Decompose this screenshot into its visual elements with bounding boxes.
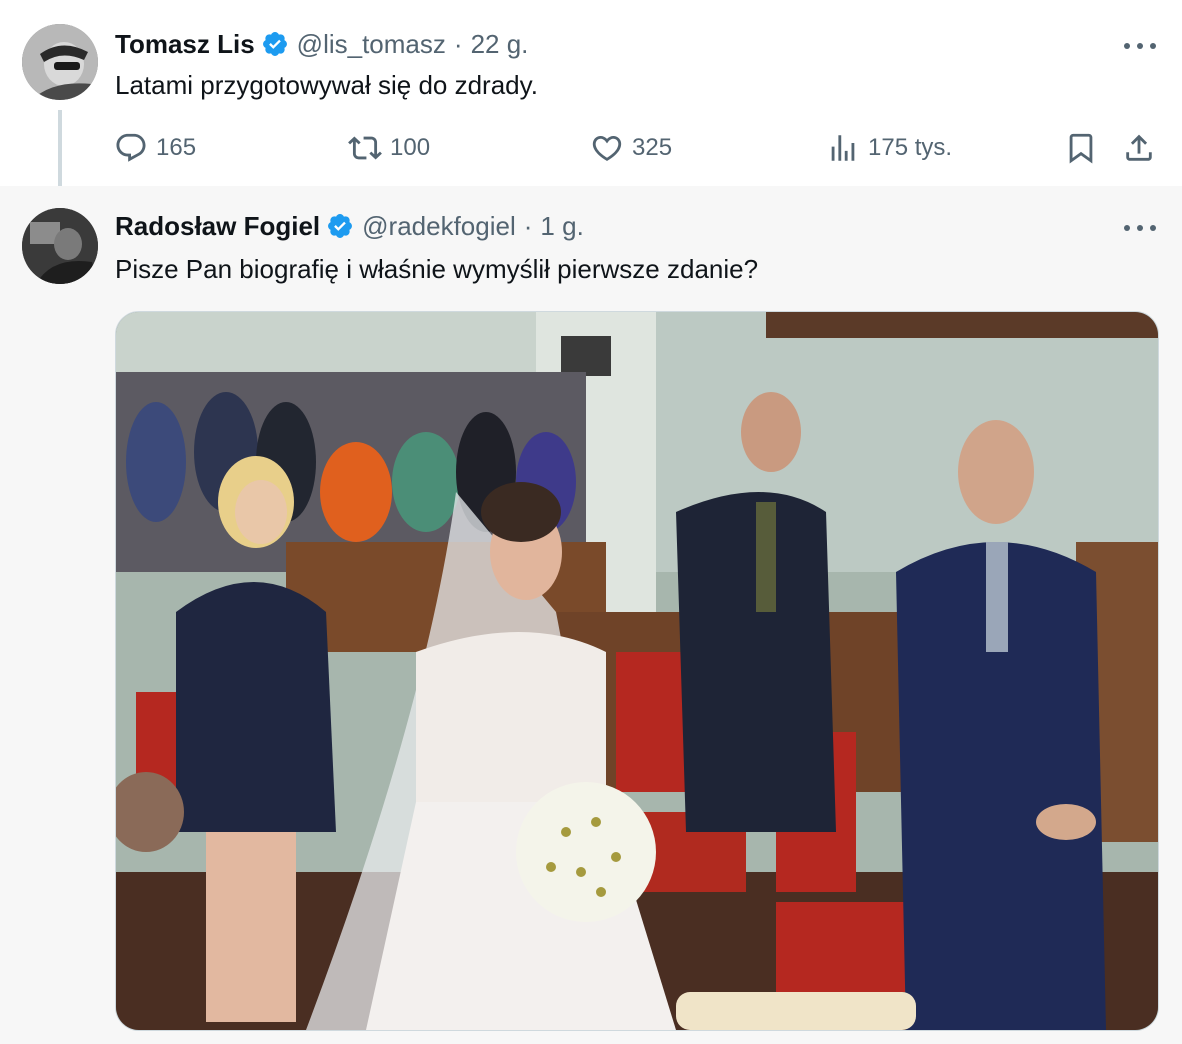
- tweet-photo[interactable]: [115, 311, 1159, 1031]
- more-horizontal-icon[interactable]: [1124, 218, 1156, 238]
- retweet-button[interactable]: 100: [348, 126, 430, 170]
- bookmark-button[interactable]: [1064, 126, 1098, 170]
- bookmark-icon: [1069, 133, 1093, 164]
- views-button[interactable]: 175 tys.: [826, 126, 952, 170]
- more-horizontal-icon[interactable]: [1124, 36, 1156, 56]
- reply-icon: [116, 133, 146, 162]
- avatar-photo: [22, 208, 98, 284]
- share-button[interactable]: [1122, 126, 1156, 170]
- author-handle[interactable]: @radekfogiel: [362, 211, 516, 242]
- views-chart-icon: [831, 135, 855, 161]
- avatar[interactable]: [22, 208, 98, 284]
- separator-dot: ·: [453, 28, 463, 59]
- share-icon: [1126, 134, 1152, 161]
- author-name[interactable]: Radosław Fogiel: [115, 211, 320, 242]
- timestamp[interactable]: 1 g.: [540, 211, 583, 242]
- verified-badge-icon[interactable]: [326, 212, 354, 240]
- like-button[interactable]: 325: [590, 126, 672, 170]
- like-count: 325: [632, 134, 673, 161]
- timestamp[interactable]: 22 g.: [471, 29, 529, 60]
- separator-dot: ·: [523, 210, 533, 241]
- wedding-photo-illustration: [116, 312, 1158, 1030]
- retweet-icon: [348, 136, 382, 160]
- author-name[interactable]: Tomasz Lis: [115, 29, 255, 60]
- heart-icon: [592, 135, 622, 161]
- avatar[interactable]: [22, 24, 98, 100]
- tweet-text: Pisze Pan biografię i właśnie wymyślił p…: [115, 254, 759, 284]
- views-count: 175 tys.: [868, 134, 953, 161]
- tweet-text: Latami przygotowywał się do zdrady.: [115, 70, 538, 100]
- tweet-header: Tomasz Lis @lis_tomasz · 22 g.: [115, 26, 528, 62]
- avatar-photo: [22, 24, 98, 100]
- reply-button[interactable]: 165: [114, 126, 196, 170]
- reply-count: 165: [156, 134, 197, 161]
- tweet-actions: 165 100 325 175 tys.: [0, 126, 1182, 170]
- retweet-count: 100: [390, 134, 431, 161]
- author-handle[interactable]: @lis_tomasz: [297, 29, 446, 60]
- tweet-header: Radosław Fogiel @radekfogiel · 1 g.: [115, 208, 584, 244]
- tweet-tomasz-lis[interactable]: Tomasz Lis @lis_tomasz · 22 g. Latami pr…: [0, 0, 1182, 202]
- verified-badge-icon[interactable]: [261, 30, 289, 58]
